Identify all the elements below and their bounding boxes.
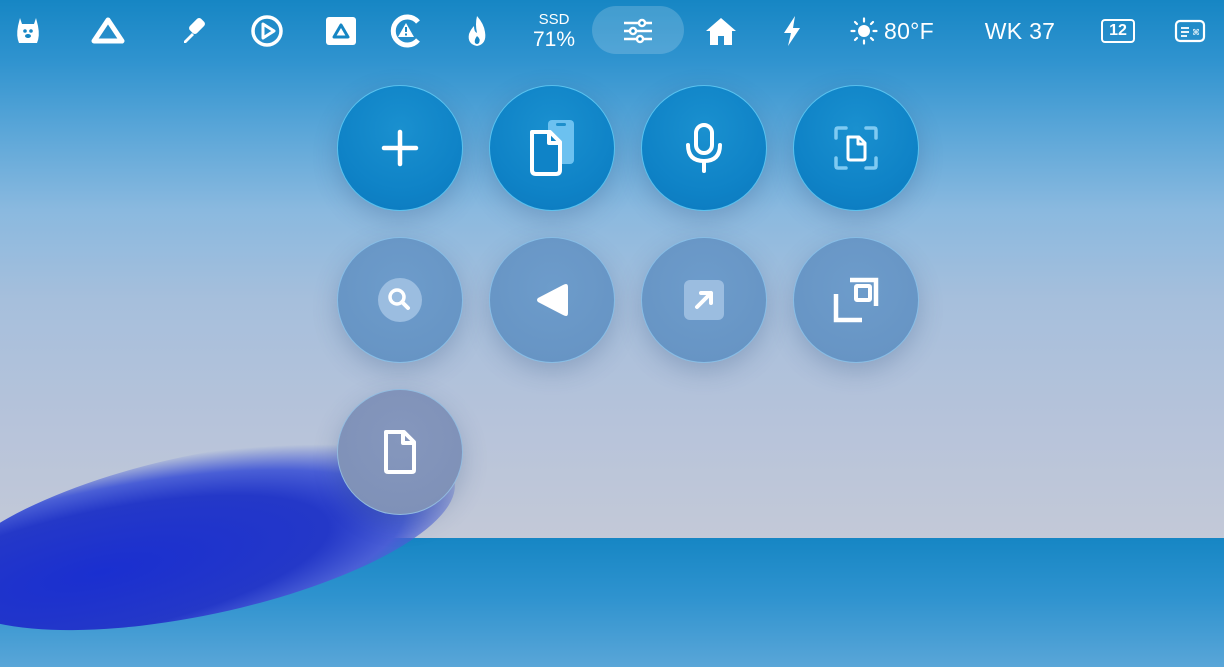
document-scan-icon <box>834 126 878 170</box>
microphone-icon <box>686 123 722 173</box>
resize-button[interactable] <box>793 237 919 363</box>
dictation-button[interactable] <box>641 85 767 211</box>
triangle-left-icon <box>537 284 568 316</box>
warning-c-icon[interactable] <box>386 0 426 62</box>
clipboard-button[interactable] <box>489 85 615 211</box>
sun-icon <box>850 17 878 45</box>
week-label: WK 37 <box>984 17 1056 44</box>
magnifier-icon <box>378 278 422 322</box>
weather-temp: 80°F <box>883 17 935 44</box>
drive-icon[interactable] <box>322 0 360 62</box>
bolt-icon[interactable] <box>776 0 808 62</box>
home-icon[interactable] <box>702 0 740 62</box>
flame-icon[interactable] <box>460 0 494 62</box>
calendar-day: 12 <box>1101 19 1135 43</box>
menu-bar: SSD 71% 80°F WK 37 12 ⌘ <box>0 0 1224 62</box>
arrow-up-right-icon <box>684 280 724 320</box>
open-link-button[interactable] <box>641 237 767 363</box>
ssd-usage[interactable]: SSD 71% <box>526 0 582 62</box>
plus-icon <box>381 129 419 167</box>
expand-corners-icon <box>833 277 879 323</box>
delta-icon[interactable] <box>88 0 128 62</box>
alpaca-icon[interactable] <box>12 0 44 62</box>
new-button[interactable] <box>337 85 463 211</box>
document-phone-icon <box>530 120 574 176</box>
keyboard-shortcut-icon[interactable]: ⌘ <box>1172 0 1208 62</box>
eyedropper-icon[interactable] <box>174 0 214 62</box>
document-button[interactable] <box>337 389 463 515</box>
calendar-icon[interactable]: 12 <box>1098 0 1138 62</box>
ssd-label: SSD <box>538 11 570 28</box>
week-number[interactable]: WK 37 <box>976 0 1064 62</box>
elgato-icon[interactable] <box>246 0 288 62</box>
sliders-icon[interactable] <box>592 0 684 62</box>
back-button[interactable] <box>489 237 615 363</box>
scan-document-button[interactable] <box>793 85 919 211</box>
weather-widget[interactable]: 80°F <box>842 0 942 62</box>
document-icon <box>384 430 416 474</box>
ssd-value: 71% <box>532 28 576 51</box>
svg-text:⌘: ⌘ <box>1192 28 1200 37</box>
search-button[interactable] <box>337 237 463 363</box>
